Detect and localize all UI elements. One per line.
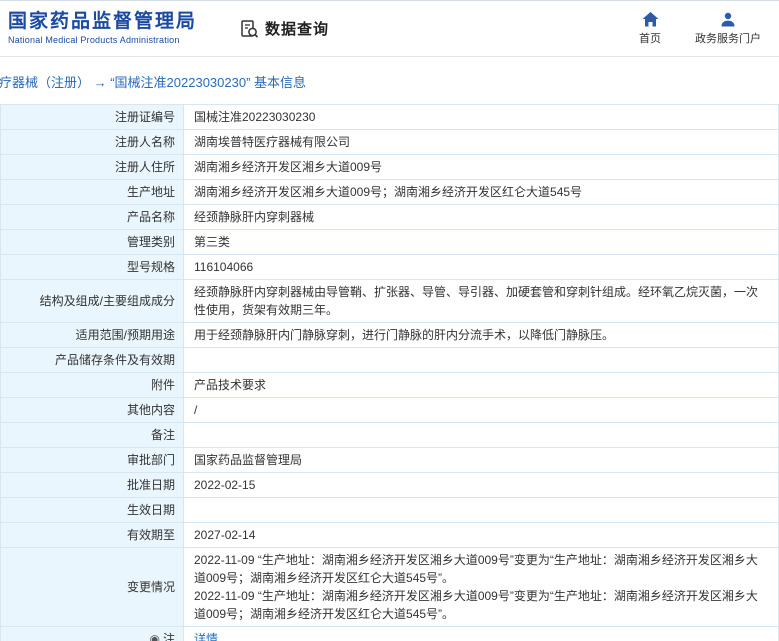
top-header: 国家药品监督管理局 National Medical Products Admi… xyxy=(0,1,779,57)
row-value: 经颈静脉肝内穿刺器械 xyxy=(194,210,315,224)
table-row: 备注 xyxy=(1,423,778,448)
breadcrumb-bar: 医疗器械（注册） → “国械注准20223030230” 基本信息 xyxy=(0,57,779,104)
table-row: 适用范围/预期用途 用于经颈静脉肝内门静脉穿刺，进行门静脉的肝内分流手术，以降低… xyxy=(1,323,778,348)
row-value: 国家药品监督管理局 xyxy=(194,453,303,467)
row-value: 2022-02-15 xyxy=(194,478,256,492)
row-label: 变更情况 xyxy=(1,548,184,626)
row-label: 备注 xyxy=(1,423,184,447)
row-label: 注册人名称 xyxy=(1,130,184,154)
data-query-title: 数据查询 xyxy=(265,21,330,38)
table-row: 批准日期 2022-02-15 xyxy=(1,473,778,498)
row-label: 附件 xyxy=(1,373,184,397)
row-value xyxy=(184,348,778,372)
row-label: 批准日期 xyxy=(1,473,184,497)
row-label: 型号规格 xyxy=(1,255,184,279)
row-value xyxy=(184,423,778,447)
table-row: 型号规格 116104066 xyxy=(1,255,778,280)
table-row: 附件 产品技术要求 xyxy=(1,373,778,398)
row-label: 注册人住所 xyxy=(1,155,184,179)
row-value: 用于经颈静脉肝内门静脉穿刺，进行门静脉的肝内分流手术，以降低门静脉压。 xyxy=(194,328,615,342)
row-value xyxy=(184,498,778,522)
row-value: 湖南湘乡经济开发区湘乡大道009号；湖南湘乡经济开发区红仑大道545号 xyxy=(194,185,583,199)
table-row: 有效期至 2027-02-14 xyxy=(1,523,778,548)
row-label: 产品名称 xyxy=(1,205,184,229)
row-value: 116104066 xyxy=(194,260,254,274)
table-row: 生效日期 xyxy=(1,498,778,523)
data-query-section: 数据查询 xyxy=(239,18,329,39)
row-label: 适用范围/预期用途 xyxy=(1,323,184,347)
row-label: 生产地址 xyxy=(1,180,184,204)
table-row-note: ◉ 注 详情 xyxy=(1,627,778,641)
table-row: 其他内容 / xyxy=(1,398,778,423)
row-label: 其他内容 xyxy=(1,398,184,422)
table-row: 管理类别 第三类 xyxy=(1,230,778,255)
detail-link[interactable]: 详情 xyxy=(194,630,218,641)
row-value: 2027-02-14 xyxy=(194,528,256,542)
table-row: 注册人名称 湖南埃普特医疗器械有限公司 xyxy=(1,130,778,155)
row-value: 国械注准20223030230 xyxy=(194,110,316,124)
table-row: 结构及组成/主要组成成分 经颈静脉肝内穿刺器械由导管鞘、扩张器、导管、导引器、加… xyxy=(1,280,778,323)
table-row: 审批部门 国家药品监督管理局 xyxy=(1,448,778,473)
nav-portal-label: 政务服务门户 xyxy=(695,32,761,45)
row-label: 有效期至 xyxy=(1,523,184,547)
table-row: 产品储存条件及有效期 xyxy=(1,348,778,373)
nav-home[interactable]: 首页 xyxy=(639,11,661,46)
row-value: 详情 xyxy=(184,627,778,641)
row-label: 管理类别 xyxy=(1,230,184,254)
nav-portal[interactable]: 政务服务门户 xyxy=(695,12,761,46)
row-label: 审批部门 xyxy=(1,448,184,472)
top-nav: 首页 政务服务门户 xyxy=(639,11,761,46)
table-row: 注册证编号 国械注准20223030230 xyxy=(1,105,778,130)
row-value: 第三类 xyxy=(194,235,231,249)
page: 国家药品监督管理局 National Medical Products Admi… xyxy=(0,0,779,641)
table-row: 产品名称 经颈静脉肝内穿刺器械 xyxy=(1,205,778,230)
table-row: 注册人住所 湖南湘乡经济开发区湘乡大道009号 xyxy=(1,155,778,180)
home-icon xyxy=(642,11,659,27)
row-value: 2022-11-09 “生产地址：湖南湘乡经济开发区湘乡大道009号”变更为“生… xyxy=(194,553,758,621)
agency-name-cn: 国家药品监督管理局 xyxy=(8,11,198,33)
row-label: 注册证编号 xyxy=(1,105,184,129)
row-label: ◉ 注 xyxy=(1,627,184,641)
row-label-text: 注 xyxy=(162,632,175,641)
row-value: 经颈静脉肝内穿刺器械由导管鞘、扩张器、导管、导引器、加硬套管和穿刺针组成。经环氧… xyxy=(194,285,759,317)
breadcrumb[interactable]: 医疗器械（注册） → “国械注准20223030230” 基本信息 xyxy=(0,72,779,91)
agency-logo: 国家药品监督管理局 National Medical Products Admi… xyxy=(8,11,197,45)
table-row: 变更情况 2022-11-09 “生产地址：湖南湘乡经济开发区湘乡大道009号”… xyxy=(1,548,778,627)
nav-home-label: 首页 xyxy=(639,32,661,45)
agency-name-en: National Medical Products Administration xyxy=(8,35,180,46)
user-icon xyxy=(720,12,736,27)
row-value: 产品技术要求 xyxy=(194,378,267,392)
registration-info-table: 注册证编号 国械注准20223030230 注册人名称 湖南埃普特医疗器械有限公… xyxy=(0,104,779,641)
table-row: 生产地址 湖南湘乡经济开发区湘乡大道009号；湖南湘乡经济开发区红仑大道545号 xyxy=(1,180,778,205)
row-value: / xyxy=(194,403,198,417)
row-label: 产品储存条件及有效期 xyxy=(1,348,184,372)
row-value: 湖南埃普特医疗器械有限公司 xyxy=(194,135,351,149)
row-label: 生效日期 xyxy=(1,498,184,522)
row-value: 湖南湘乡经济开发区湘乡大道009号 xyxy=(194,160,383,174)
doc-search-icon xyxy=(239,19,259,39)
row-label: 结构及组成/主要组成成分 xyxy=(1,280,184,322)
